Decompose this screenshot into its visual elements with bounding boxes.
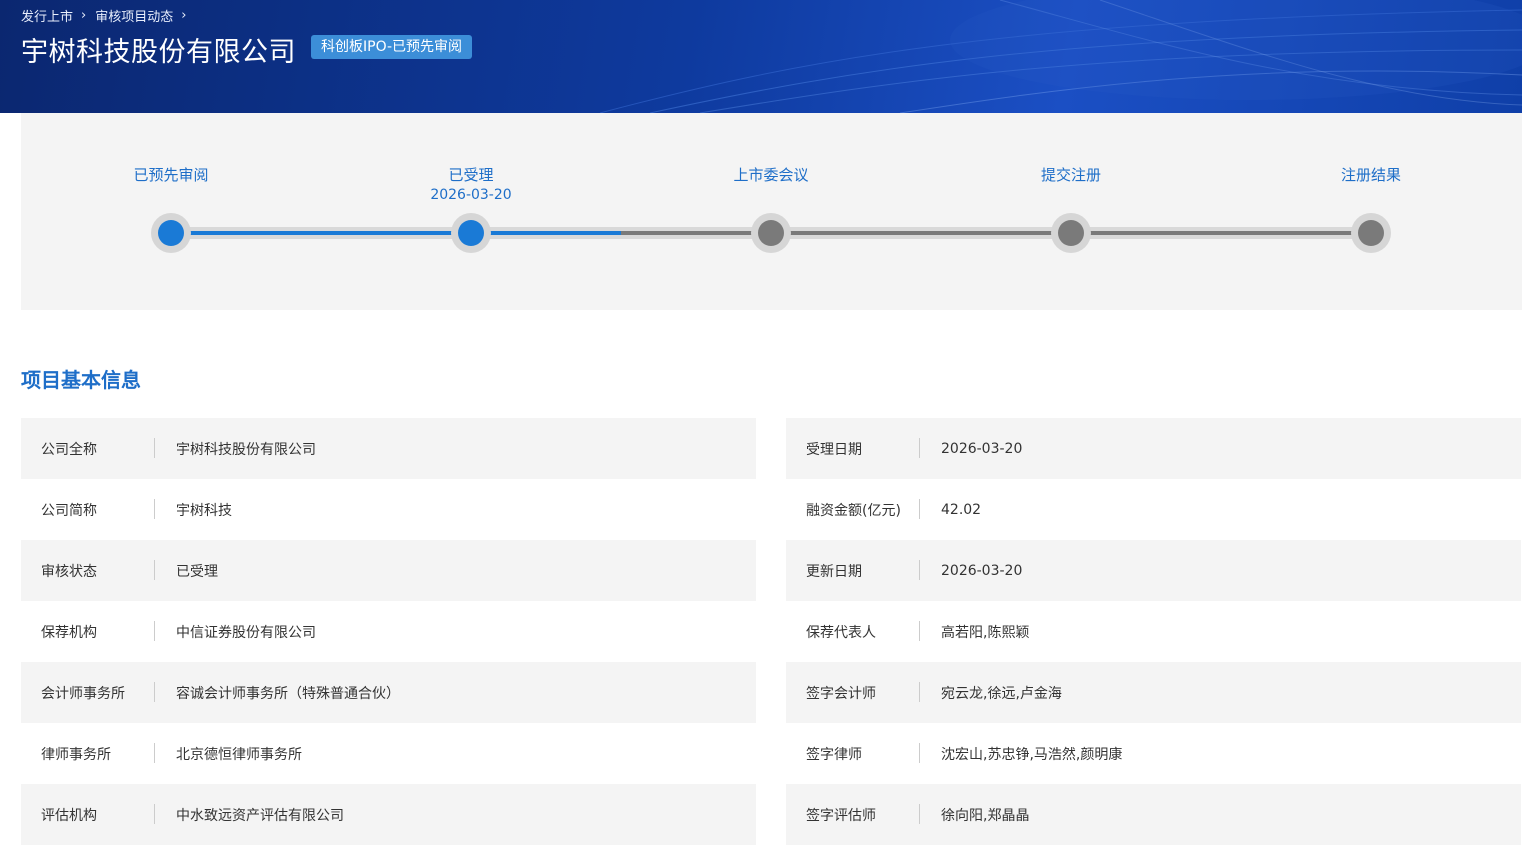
step-dot-fill bbox=[458, 220, 484, 246]
chevron-right-icon: › bbox=[81, 8, 87, 23]
step-dot-fill bbox=[1358, 220, 1384, 246]
table-row: 融资金额(亿元) 42.02 bbox=[786, 479, 1521, 540]
field-value: 42.02 bbox=[941, 501, 982, 518]
info-table-right: 受理日期 2026-03-20 融资金额(亿元) 42.02 更新日期 2026-03-2… bbox=[786, 418, 1521, 845]
field-value: 宇树科技 bbox=[176, 502, 232, 519]
field-value: 2026-03-20 bbox=[941, 440, 1023, 457]
field-label: 保荐机构 bbox=[21, 601, 155, 662]
field-label: 更新日期 bbox=[786, 540, 920, 601]
step-name: 已受理 bbox=[448, 166, 494, 184]
step-dot bbox=[1351, 213, 1391, 253]
field-value: 宇树科技股份有限公司 bbox=[176, 441, 316, 458]
step-name: 上市委会议 bbox=[733, 166, 809, 184]
table-row: 保荐机构 中信证券股份有限公司 bbox=[21, 601, 756, 662]
field-value: 沈宏山,苏忠铮,马浩然,颜明康 bbox=[941, 746, 1123, 763]
status-badge: 科创板IPO-已预先审阅 bbox=[311, 35, 473, 59]
table-row: 更新日期 2026-03-20 bbox=[786, 540, 1521, 601]
field-label: 评估机构 bbox=[21, 784, 155, 845]
review-progress-panel: 已预先审阅 已受理 2026-03-20 上市委会议 提交注册 注册结果 bbox=[21, 113, 1522, 310]
field-label: 审核状态 bbox=[21, 540, 155, 601]
step-date: 2026-03-20 bbox=[430, 187, 512, 203]
step-dot bbox=[1051, 213, 1091, 253]
field-value: 容诚会计师事务所（特殊普通合伙） bbox=[176, 685, 400, 702]
field-label: 公司简称 bbox=[21, 479, 155, 540]
chevron-right-icon: › bbox=[181, 8, 187, 23]
step-name: 提交注册 bbox=[1040, 166, 1101, 184]
field-value: 北京德恒律师事务所 bbox=[176, 746, 302, 763]
table-row: 受理日期 2026-03-20 bbox=[786, 418, 1521, 479]
table-row: 评估机构 中水致远资产评估有限公司 bbox=[21, 784, 756, 845]
progress-line-complete bbox=[171, 231, 621, 235]
step-name: 已预先审阅 bbox=[133, 166, 209, 184]
step-dot bbox=[151, 213, 191, 253]
step-label: 上市委会议 bbox=[671, 165, 871, 185]
field-label: 会计师事务所 bbox=[21, 662, 155, 723]
breadcrumb-item-listing[interactable]: 发行上市 bbox=[21, 6, 73, 25]
section-title: 项目基本信息 bbox=[21, 368, 141, 392]
field-label: 融资金额(亿元) bbox=[786, 479, 920, 540]
field-value: 中水致远资产评估有限公司 bbox=[176, 807, 344, 824]
breadcrumb: 发行上市 › 审核项目动态 › bbox=[21, 6, 195, 25]
field-label: 保荐代表人 bbox=[786, 601, 920, 662]
field-label: 签字会计师 bbox=[786, 662, 920, 723]
info-table-left: 公司全称 宇树科技股份有限公司公司简称 宇树科技审核状态 已受理保荐机构 中信证券股份有… bbox=[21, 418, 756, 845]
field-label: 律师事务所 bbox=[21, 723, 155, 784]
field-value: 高若阳,陈熙颖 bbox=[941, 624, 1030, 641]
field-value: 徐向阳,郑晶晶 bbox=[941, 807, 1030, 824]
step-dot-fill bbox=[758, 220, 784, 246]
step-label: 已受理 2026-03-20 bbox=[371, 165, 571, 205]
step-label: 提交注册 bbox=[971, 165, 1171, 185]
field-label: 受理日期 bbox=[786, 418, 920, 479]
field-value: 2026-03-20 bbox=[941, 562, 1023, 579]
step-dot-fill bbox=[158, 220, 184, 246]
step-name: 注册结果 bbox=[1340, 166, 1401, 184]
table-row: 签字律师 沈宏山,苏忠铮,马浩然,颜明康 bbox=[786, 723, 1521, 784]
field-label: 签字评估师 bbox=[786, 784, 920, 845]
table-row: 公司简称 宇树科技 bbox=[21, 479, 756, 540]
table-row: 签字评估师 徐向阳,郑晶晶 bbox=[786, 784, 1521, 845]
table-row: 保荐代表人 高若阳,陈熙颖 bbox=[786, 601, 1521, 662]
table-row: 公司全称 宇树科技股份有限公司 bbox=[21, 418, 756, 479]
table-row: 律师事务所 北京德恒律师事务所 bbox=[21, 723, 756, 784]
field-label: 签字律师 bbox=[786, 723, 920, 784]
table-row: 签字会计师 宛云龙,徐远,卢金海 bbox=[786, 662, 1521, 723]
step-dot bbox=[751, 213, 791, 253]
field-label: 公司全称 bbox=[21, 418, 155, 479]
field-value: 宛云龙,徐远,卢金海 bbox=[941, 685, 1062, 702]
breadcrumb-item-review-projects[interactable]: 审核项目动态 bbox=[95, 6, 173, 25]
step-label: 注册结果 bbox=[1271, 165, 1471, 185]
field-value: 中信证券股份有限公司 bbox=[176, 624, 316, 641]
table-row: 会计师事务所 容诚会计师事务所（特殊普通合伙） bbox=[21, 662, 756, 723]
step-label: 已预先审阅 bbox=[71, 165, 271, 185]
field-value: 已受理 bbox=[176, 563, 218, 580]
page-title: 宇树科技股份有限公司 bbox=[21, 37, 296, 68]
step-dot-fill bbox=[1058, 220, 1084, 246]
step-dot bbox=[451, 213, 491, 253]
table-row: 审核状态 已受理 bbox=[21, 540, 756, 601]
page-header-banner: 发行上市 › 审核项目动态 › 宇树科技股份有限公司 科创板IPO-已预先审阅 bbox=[0, 0, 1522, 113]
